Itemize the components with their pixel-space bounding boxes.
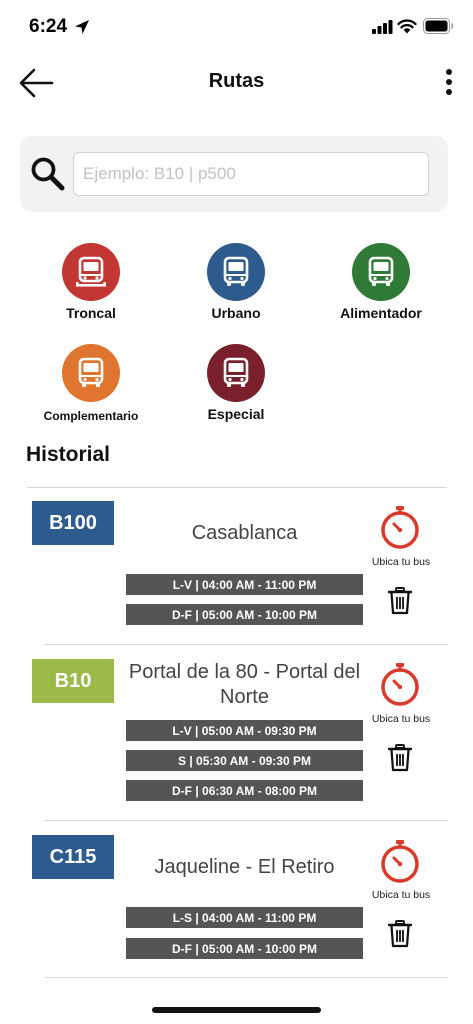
divider [27, 487, 447, 488]
category-circle [62, 344, 120, 402]
route-schedule: L-V | 04:00 AM - 11:00 PM [126, 574, 363, 595]
category-label: Troncal [66, 305, 116, 321]
locate-bus-button[interactable] [378, 662, 422, 706]
history-title: Historial [26, 443, 111, 466]
search-bar [20, 136, 448, 212]
delete-button[interactable] [387, 920, 413, 948]
category-label: Alimentador [340, 305, 422, 321]
category-circle [352, 243, 410, 301]
locate-bus-label[interactable]: Ubica tu bus [364, 713, 438, 725]
category-complementario[interactable]: Complementario [16, 344, 166, 423]
divider [45, 644, 448, 645]
stopwatch-icon [381, 663, 419, 706]
category-label: Especial [207, 406, 265, 422]
bus-icon [78, 357, 104, 387]
category-circle [207, 243, 265, 301]
route-name: Jaqueline - El Retiro [154, 856, 335, 878]
divider [45, 820, 448, 821]
bus-icon [223, 256, 249, 286]
trash-icon [387, 920, 413, 948]
location-arrow-icon [75, 20, 89, 34]
route-schedule: D-F | 05:00 AM - 10:00 PM [126, 938, 363, 959]
locate-bus-label[interactable]: Ubica tu bus [364, 889, 438, 901]
route-name: Portal de la 80 - Portal del Norte [128, 661, 361, 708]
delete-button[interactable] [387, 744, 413, 772]
route-schedule: S | 05:30 AM - 09:30 PM [126, 750, 363, 771]
category-circle [62, 243, 120, 301]
route-schedule: D-F | 06:30 AM - 08:00 PM [126, 780, 363, 801]
locate-bus-button[interactable] [378, 505, 422, 549]
page-title: Rutas [208, 70, 265, 92]
category-urbano[interactable]: Urbano [161, 243, 311, 321]
stopwatch-icon [381, 840, 419, 883]
more-options-button[interactable] [438, 66, 460, 100]
delete-button[interactable] [387, 587, 413, 615]
locate-bus-button[interactable] [378, 839, 422, 883]
route-schedule: L-S | 04:00 AM - 11:00 PM [126, 907, 363, 928]
category-troncal[interactable]: Troncal [16, 243, 166, 321]
route-name: Casablanca [191, 522, 298, 544]
more-vertical-icon [446, 69, 452, 95]
cellular-signal-icon [372, 20, 393, 34]
route-schedule: L-V | 05:00 AM - 09:30 PM [126, 720, 363, 741]
category-label: Urbano [211, 305, 261, 321]
stopwatch-icon [381, 506, 419, 549]
route-badge[interactable]: B10 [32, 659, 114, 703]
category-circle [207, 344, 265, 402]
bus-icon [76, 256, 106, 287]
route-badge[interactable]: B100 [32, 501, 114, 545]
bus-icon [223, 357, 249, 387]
divider [45, 977, 448, 978]
route-schedule: D-F | 05:00 AM - 10:00 PM [126, 604, 363, 625]
category-alimentador[interactable]: Alimentador [306, 243, 456, 321]
status-bar: 6:24 [0, 0, 473, 56]
battery-icon [423, 18, 454, 34]
bus-icon [368, 256, 394, 286]
status-time: 6:24 [29, 16, 68, 37]
locate-bus-label[interactable]: Ubica tu bus [364, 556, 438, 568]
wifi-icon [397, 19, 417, 34]
category-especial[interactable]: Especial [161, 344, 311, 422]
home-indicator[interactable] [152, 1007, 321, 1013]
search-icon [31, 157, 65, 191]
route-badge[interactable]: C115 [32, 835, 114, 879]
trash-icon [387, 744, 413, 772]
search-input[interactable] [73, 152, 429, 196]
category-label: Complementario [43, 409, 139, 423]
trash-icon [387, 587, 413, 615]
